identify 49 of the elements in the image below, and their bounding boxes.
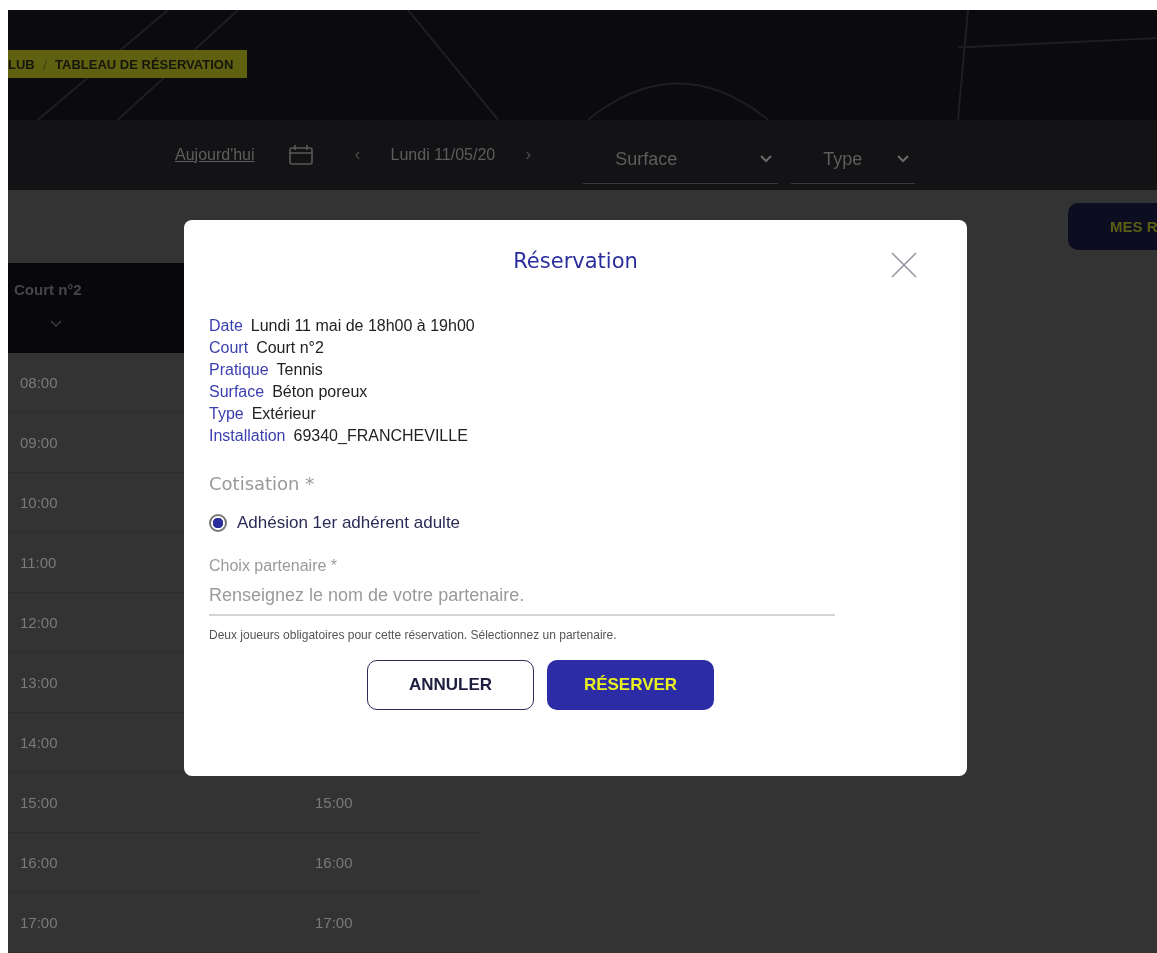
cancel-button[interactable]: ANNULER: [367, 660, 534, 710]
time-slot-label: 08:00: [20, 374, 58, 391]
breadcrumb-link[interactable]: LUB: [8, 56, 35, 72]
time-slot-label: 14:00: [20, 734, 58, 751]
breadcrumb-current: TABLEAU DE RÉSERVATION: [55, 56, 234, 72]
time-slot-label: 17:00: [20, 914, 58, 931]
detail-value: Béton poreux: [272, 382, 368, 402]
detail-label: Installation: [209, 426, 286, 446]
time-slot-label: 15:00: [315, 794, 353, 811]
time-slot-label: 10:00: [20, 494, 58, 511]
chevron-down-icon: [760, 155, 773, 164]
close-icon[interactable]: [891, 252, 917, 278]
time-slot-label: 09:00: [20, 434, 58, 451]
breadcrumb-separator: /: [42, 56, 48, 72]
detail-value: Extérieur: [251, 404, 316, 424]
detail-value: Lundi 11 mai de 18h00 à 19h00: [250, 316, 475, 336]
time-slot-label: 11:00: [20, 554, 57, 571]
time-slot-label: 16:00: [315, 854, 353, 871]
time-slot-label: 17:00: [315, 914, 353, 931]
time-slot-label: 15:00: [20, 794, 58, 811]
filter-dropdown[interactable]: Type: [791, 135, 916, 185]
chevron-down-icon: [897, 155, 910, 164]
option-label[interactable]: Adhésion 1er adhérent adulte: [237, 513, 461, 533]
detail-label: Pratique: [209, 360, 269, 380]
cotisation-label: Cotisation *: [209, 473, 316, 494]
today-link[interactable]: Aujourd'hui: [175, 145, 255, 164]
detail-label: Court: [209, 338, 249, 358]
time-slot-label: 12:00: [20, 614, 58, 631]
helper-text: Deux joueurs obligatoires pour cette réservation. Sélectionnez un partenaire.: [209, 628, 618, 642]
dialog-title: Réservation: [513, 248, 638, 273]
detail-label: Surface: [209, 382, 265, 402]
detail-value: Court n°2: [256, 338, 324, 358]
calendar-icon[interactable]: [288, 144, 313, 165]
detail-value: 69340_FRANCHEVILLE: [293, 426, 468, 446]
my-bookings-button[interactable]: MES R: [1068, 203, 1157, 250]
time-slot-label: 16:00: [20, 854, 58, 871]
detail-label: Type: [209, 404, 244, 424]
filter-dropdown[interactable]: Surface: [583, 135, 779, 185]
time-slot-label: 13:00: [20, 674, 58, 691]
detail-value: Tennis: [276, 360, 323, 380]
radio-button[interactable]: [209, 514, 227, 532]
chevron-down-icon[interactable]: [50, 320, 62, 328]
current-date: Lundi 11/05/20: [390, 145, 496, 164]
partner-field-label: Choix partenaire *: [209, 557, 339, 575]
court-title: Court n°2: [14, 281, 82, 298]
detail-label: Date: [209, 316, 243, 336]
previous-day-button[interactable]: ‹: [354, 144, 361, 166]
next-day-button[interactable]: ›: [525, 144, 532, 166]
reserve-button[interactable]: RÉSERVER: [547, 660, 714, 710]
